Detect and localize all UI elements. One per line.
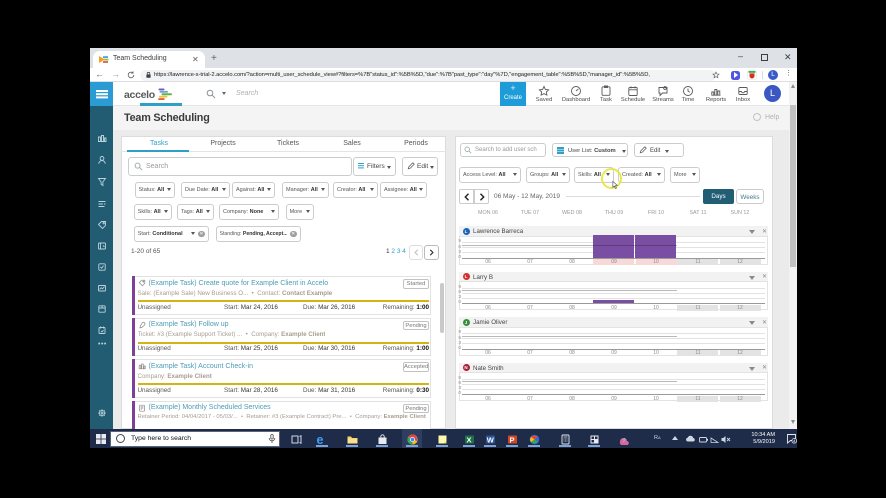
- svg-text:W: W: [486, 436, 494, 445]
- svg-text:e: e: [317, 434, 324, 445]
- svg-text:P: P: [509, 436, 514, 445]
- svg-text:X: X: [466, 436, 471, 445]
